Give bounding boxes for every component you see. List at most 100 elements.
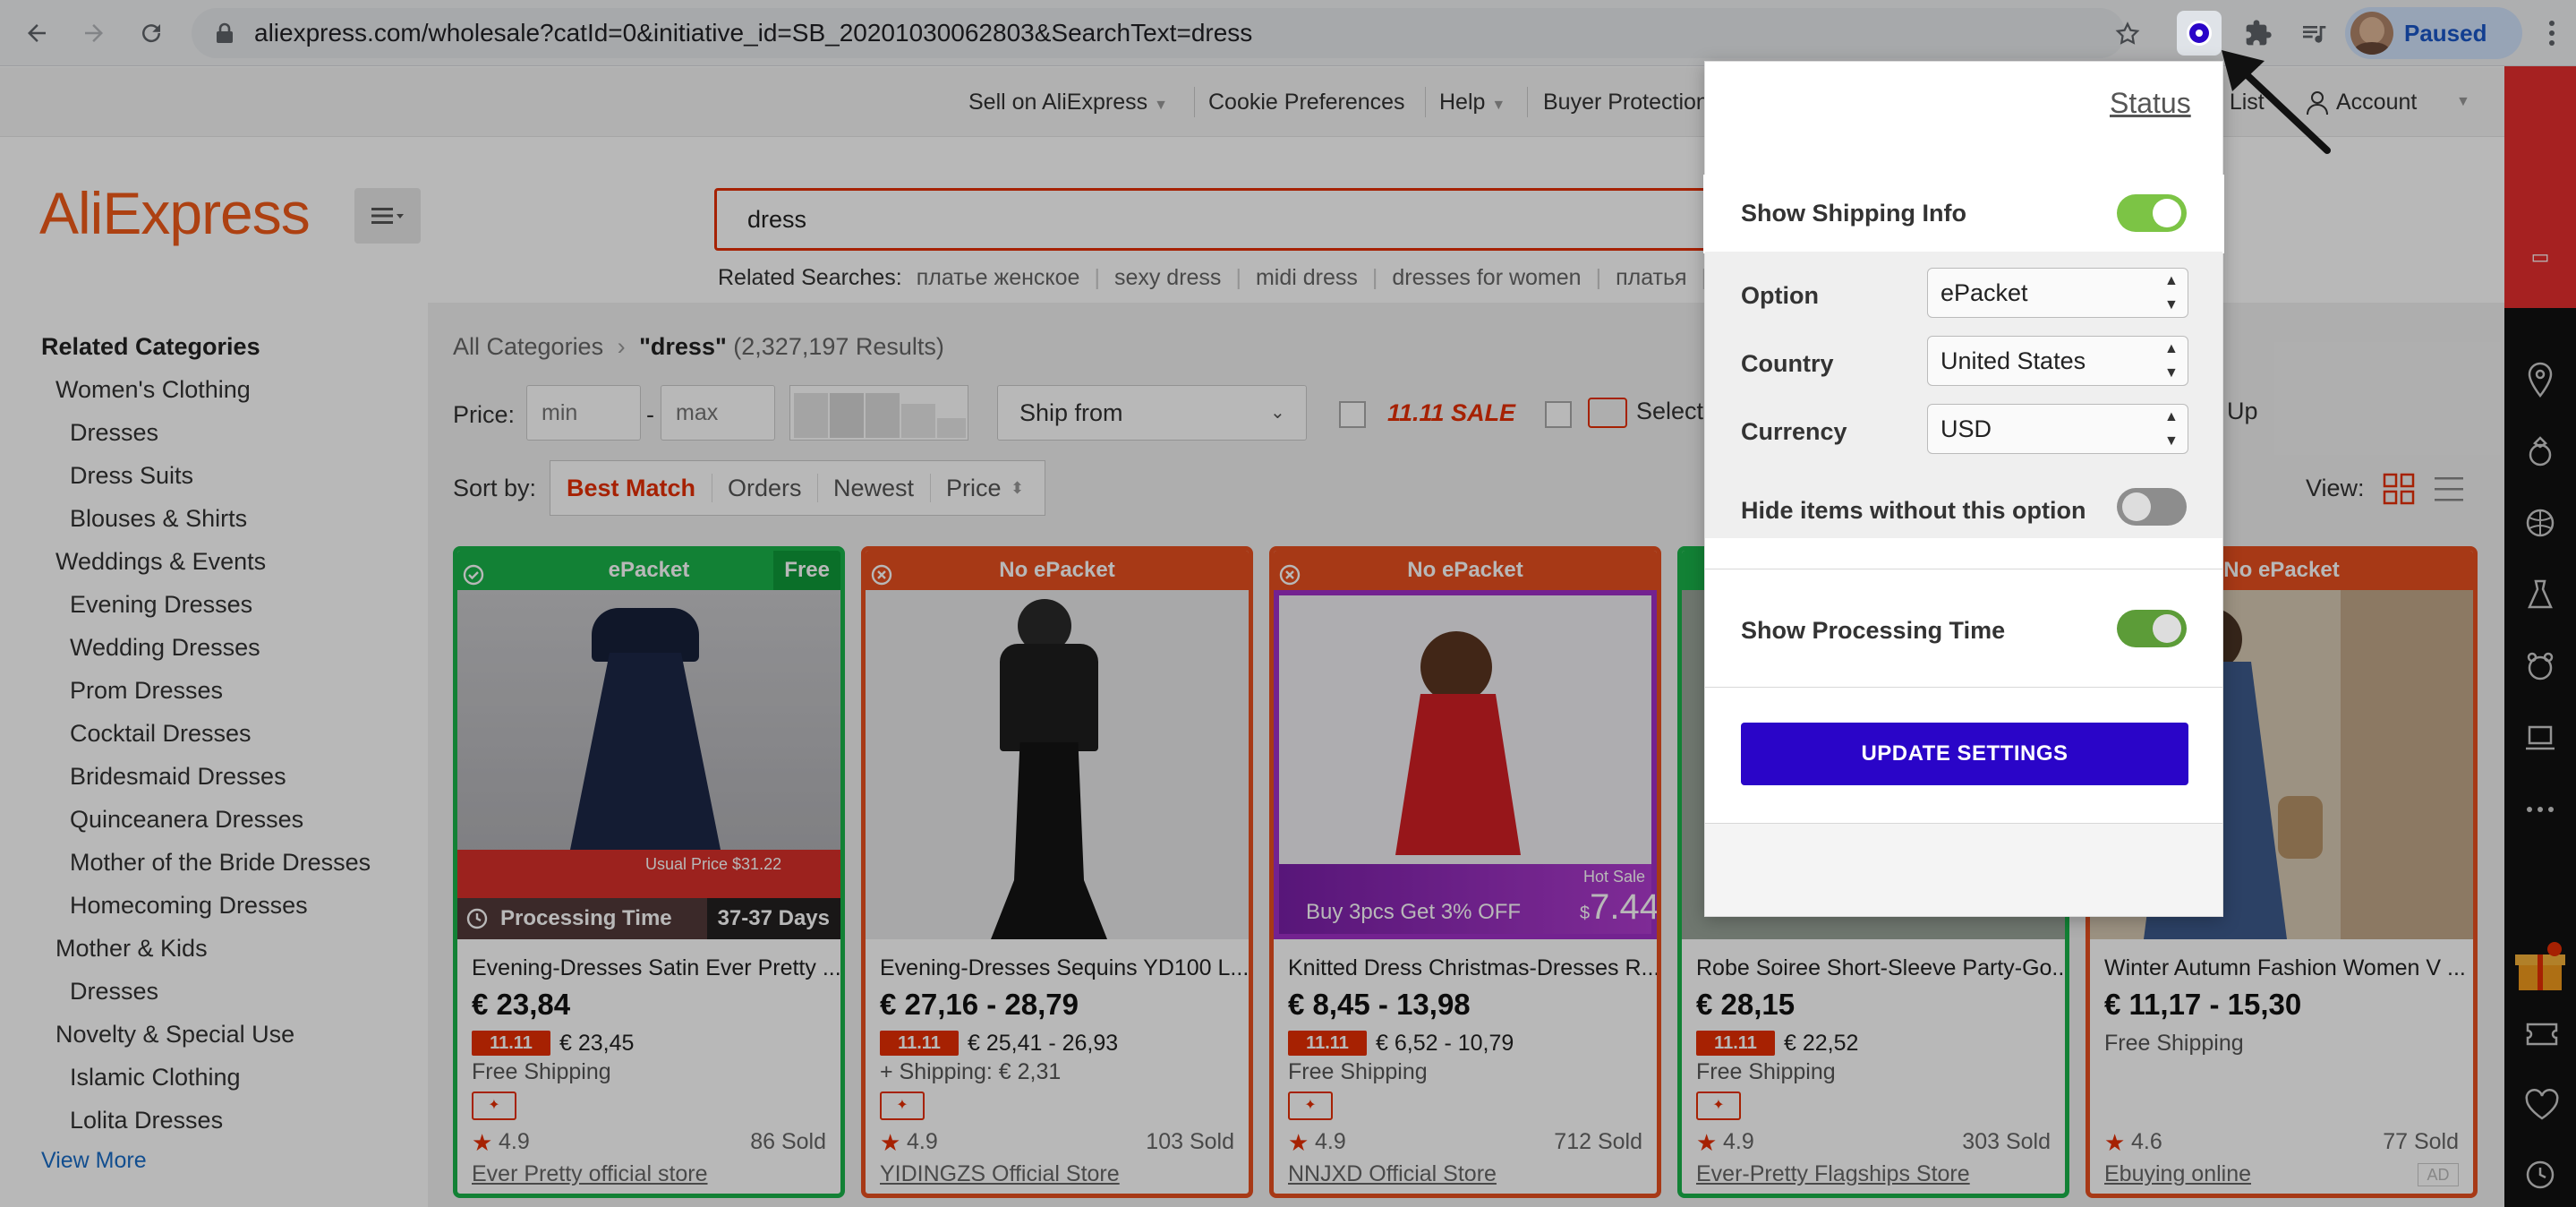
product-title[interactable]: Robe Soiree Short-Sleeve Party-Go... bbox=[1696, 955, 2065, 981]
price-histogram[interactable] bbox=[789, 385, 968, 441]
dress-icon[interactable] bbox=[2524, 578, 2556, 611]
option-select[interactable]: ePacket ▲ ▼ bbox=[1927, 268, 2188, 318]
gift-icon[interactable] bbox=[2512, 940, 2569, 994]
category-item[interactable]: Quinceanera Dresses bbox=[70, 806, 303, 834]
related-item[interactable]: платья bbox=[1616, 265, 1687, 291]
price-min-input[interactable] bbox=[526, 385, 641, 441]
product-card[interactable]: No ePacket Buy 3pcs Get 3% OFF Hot Sale … bbox=[1269, 546, 1661, 1198]
store-link[interactable]: NNJXD Official Store bbox=[1288, 1161, 1497, 1187]
show-processing-toggle[interactable] bbox=[2117, 610, 2187, 647]
hide-items-toggle[interactable] bbox=[2117, 488, 2187, 526]
product-card[interactable]: No ePacket Evening-Dresses Sequins YD100… bbox=[861, 546, 1253, 1198]
category-item[interactable]: Dresses bbox=[70, 419, 158, 447]
product-title[interactable]: Evening-Dresses Sequins YD100 L... bbox=[880, 955, 1249, 981]
nav-cookie-preferences[interactable]: Cookie Preferences bbox=[1208, 67, 1405, 137]
ball-icon[interactable] bbox=[2524, 507, 2556, 539]
category-item[interactable]: Novelty & Special Use bbox=[55, 1021, 294, 1049]
category-item[interactable]: Weddings & Events bbox=[55, 548, 266, 576]
grid-view-icon[interactable] bbox=[2383, 473, 2415, 505]
category-item[interactable]: Prom Dresses bbox=[70, 677, 223, 705]
product-image[interactable] bbox=[866, 590, 1249, 939]
category-item[interactable]: Cocktail Dresses bbox=[70, 720, 252, 748]
nav-buyer-protection[interactable]: Buyer Protection bbox=[1543, 67, 1709, 137]
sort-newest[interactable]: Newest bbox=[833, 461, 914, 515]
nav-help[interactable]: Help ▼ bbox=[1439, 67, 1506, 137]
related-item[interactable]: midi dress bbox=[1256, 265, 1358, 291]
category-item[interactable]: Wedding Dresses bbox=[70, 634, 260, 662]
url-text: aliexpress.com/wholesale?catId=0&initiat… bbox=[254, 19, 1253, 47]
product-title[interactable]: Knitted Dress Christmas-Dresses R... bbox=[1288, 955, 1657, 981]
search-input[interactable]: dress bbox=[747, 191, 806, 248]
coupon-icon: ✦ bbox=[1696, 1091, 1741, 1120]
back-icon[interactable] bbox=[14, 11, 59, 56]
store-link[interactable]: YIDINGZS Official Store bbox=[880, 1161, 1120, 1187]
address-bar[interactable]: aliexpress.com/wholesale?catId=0&initiat… bbox=[192, 8, 2140, 58]
related-item[interactable]: dresses for women bbox=[1392, 265, 1581, 291]
product-image[interactable]: Usual Price $31.22 Processing Time 37-37… bbox=[457, 590, 840, 939]
menu-icon[interactable] bbox=[354, 188, 421, 244]
product-title[interactable]: Evening-Dresses Satin Ever Pretty ... bbox=[472, 955, 840, 981]
sale-price: € 23,45 bbox=[559, 1031, 635, 1056]
product-image[interactable]: Buy 3pcs Get 3% OFF Hot Sale $7.44 bbox=[1274, 590, 1657, 939]
teddy-bear-icon[interactable] bbox=[2524, 650, 2556, 682]
show-shipping-toggle[interactable] bbox=[2117, 194, 2187, 232]
nav-account[interactable]: Account bbox=[2336, 67, 2417, 137]
aliexpress-logo[interactable]: AliExpress bbox=[39, 179, 311, 247]
nav-sell[interactable]: Sell on AliExpress ▼ bbox=[968, 67, 1168, 137]
store-link[interactable]: Ebuying online bbox=[2104, 1161, 2251, 1187]
category-item[interactable]: Evening Dresses bbox=[70, 591, 252, 619]
category-item[interactable]: Homecoming Dresses bbox=[70, 892, 308, 920]
related-item[interactable]: платье женское bbox=[917, 265, 1080, 291]
shipping-info: Free Shipping bbox=[1288, 1059, 1428, 1084]
processing-time-bar: Processing Time 37-37 Days bbox=[457, 898, 840, 939]
sort-orders[interactable]: Orders bbox=[728, 461, 802, 515]
product-price: € 28,15 bbox=[1696, 988, 1796, 1021]
profile-button[interactable]: Paused bbox=[2345, 7, 2522, 59]
star-icon[interactable] bbox=[2114, 21, 2141, 47]
select-arrows-icon: ▲ ▼ bbox=[2164, 273, 2179, 312]
reload-icon[interactable] bbox=[129, 11, 174, 56]
product-card[interactable]: ePacket Free Usual Price $31.22 Processi… bbox=[453, 546, 845, 1198]
store-link[interactable]: Ever Pretty official store bbox=[472, 1161, 708, 1187]
status-link[interactable]: Status bbox=[2110, 87, 2191, 120]
more-horiz-icon[interactable] bbox=[2524, 793, 2556, 826]
sort-price[interactable]: Price bbox=[946, 461, 1002, 515]
ship-from-select[interactable]: Ship from ⌄ bbox=[997, 385, 1307, 441]
sidebar-promo[interactable]: ▭ bbox=[2504, 66, 2576, 308]
country-select[interactable]: United States ▲ ▼ bbox=[1927, 336, 2188, 386]
category-item[interactable]: Dresses bbox=[70, 978, 158, 1006]
breadcrumb-root[interactable]: All Categories bbox=[453, 333, 603, 360]
search-box[interactable]: dress bbox=[714, 188, 1717, 251]
category-item[interactable]: Dress Suits bbox=[70, 462, 193, 490]
category-item[interactable]: Blouses & Shirts bbox=[70, 505, 247, 533]
related-item[interactable]: sexy dress bbox=[1114, 265, 1221, 291]
history-icon[interactable] bbox=[2524, 1159, 2556, 1191]
location-icon[interactable] bbox=[2524, 362, 2556, 398]
ticket-icon[interactable] bbox=[2524, 1017, 2558, 1049]
category-item[interactable]: Bridesmaid Dresses bbox=[70, 763, 286, 791]
list-view-icon[interactable] bbox=[2433, 473, 2465, 505]
view-more-link[interactable]: View More bbox=[41, 1148, 147, 1174]
ring-icon[interactable] bbox=[2524, 435, 2556, 467]
category-item[interactable]: Women's Clothing bbox=[55, 376, 251, 404]
sort-best-match[interactable]: Best Match bbox=[567, 461, 695, 515]
forward-icon[interactable] bbox=[72, 11, 116, 56]
lock-icon bbox=[215, 22, 235, 44]
category-item[interactable]: Mother of the Bride Dresses bbox=[70, 849, 371, 877]
store-link[interactable]: Ever-Pretty Flagships Store bbox=[1696, 1161, 1970, 1187]
heart-icon[interactable] bbox=[2524, 1089, 2559, 1121]
more-vert-icon[interactable] bbox=[2529, 11, 2574, 56]
update-settings-button[interactable]: UPDATE SETTINGS bbox=[1741, 723, 2188, 785]
currency-select[interactable]: USD ▲ ▼ bbox=[1927, 404, 2188, 454]
coupon-icon: ✦ bbox=[880, 1091, 925, 1120]
price-max-input[interactable] bbox=[661, 385, 775, 441]
ad-badge: AD bbox=[2418, 1163, 2459, 1186]
product-title[interactable]: Winter Autumn Fashion Women V ... bbox=[2104, 955, 2466, 981]
laptop-icon[interactable] bbox=[2524, 722, 2556, 754]
star-icon: ★ bbox=[1288, 1129, 1309, 1156]
category-item[interactable]: Lolita Dresses bbox=[70, 1107, 223, 1134]
sale-checkbox[interactable] bbox=[1339, 401, 1366, 428]
category-item[interactable]: Mother & Kids bbox=[55, 935, 208, 963]
category-item[interactable]: Islamic Clothing bbox=[70, 1064, 241, 1091]
select-checkbox[interactable] bbox=[1545, 401, 1572, 428]
